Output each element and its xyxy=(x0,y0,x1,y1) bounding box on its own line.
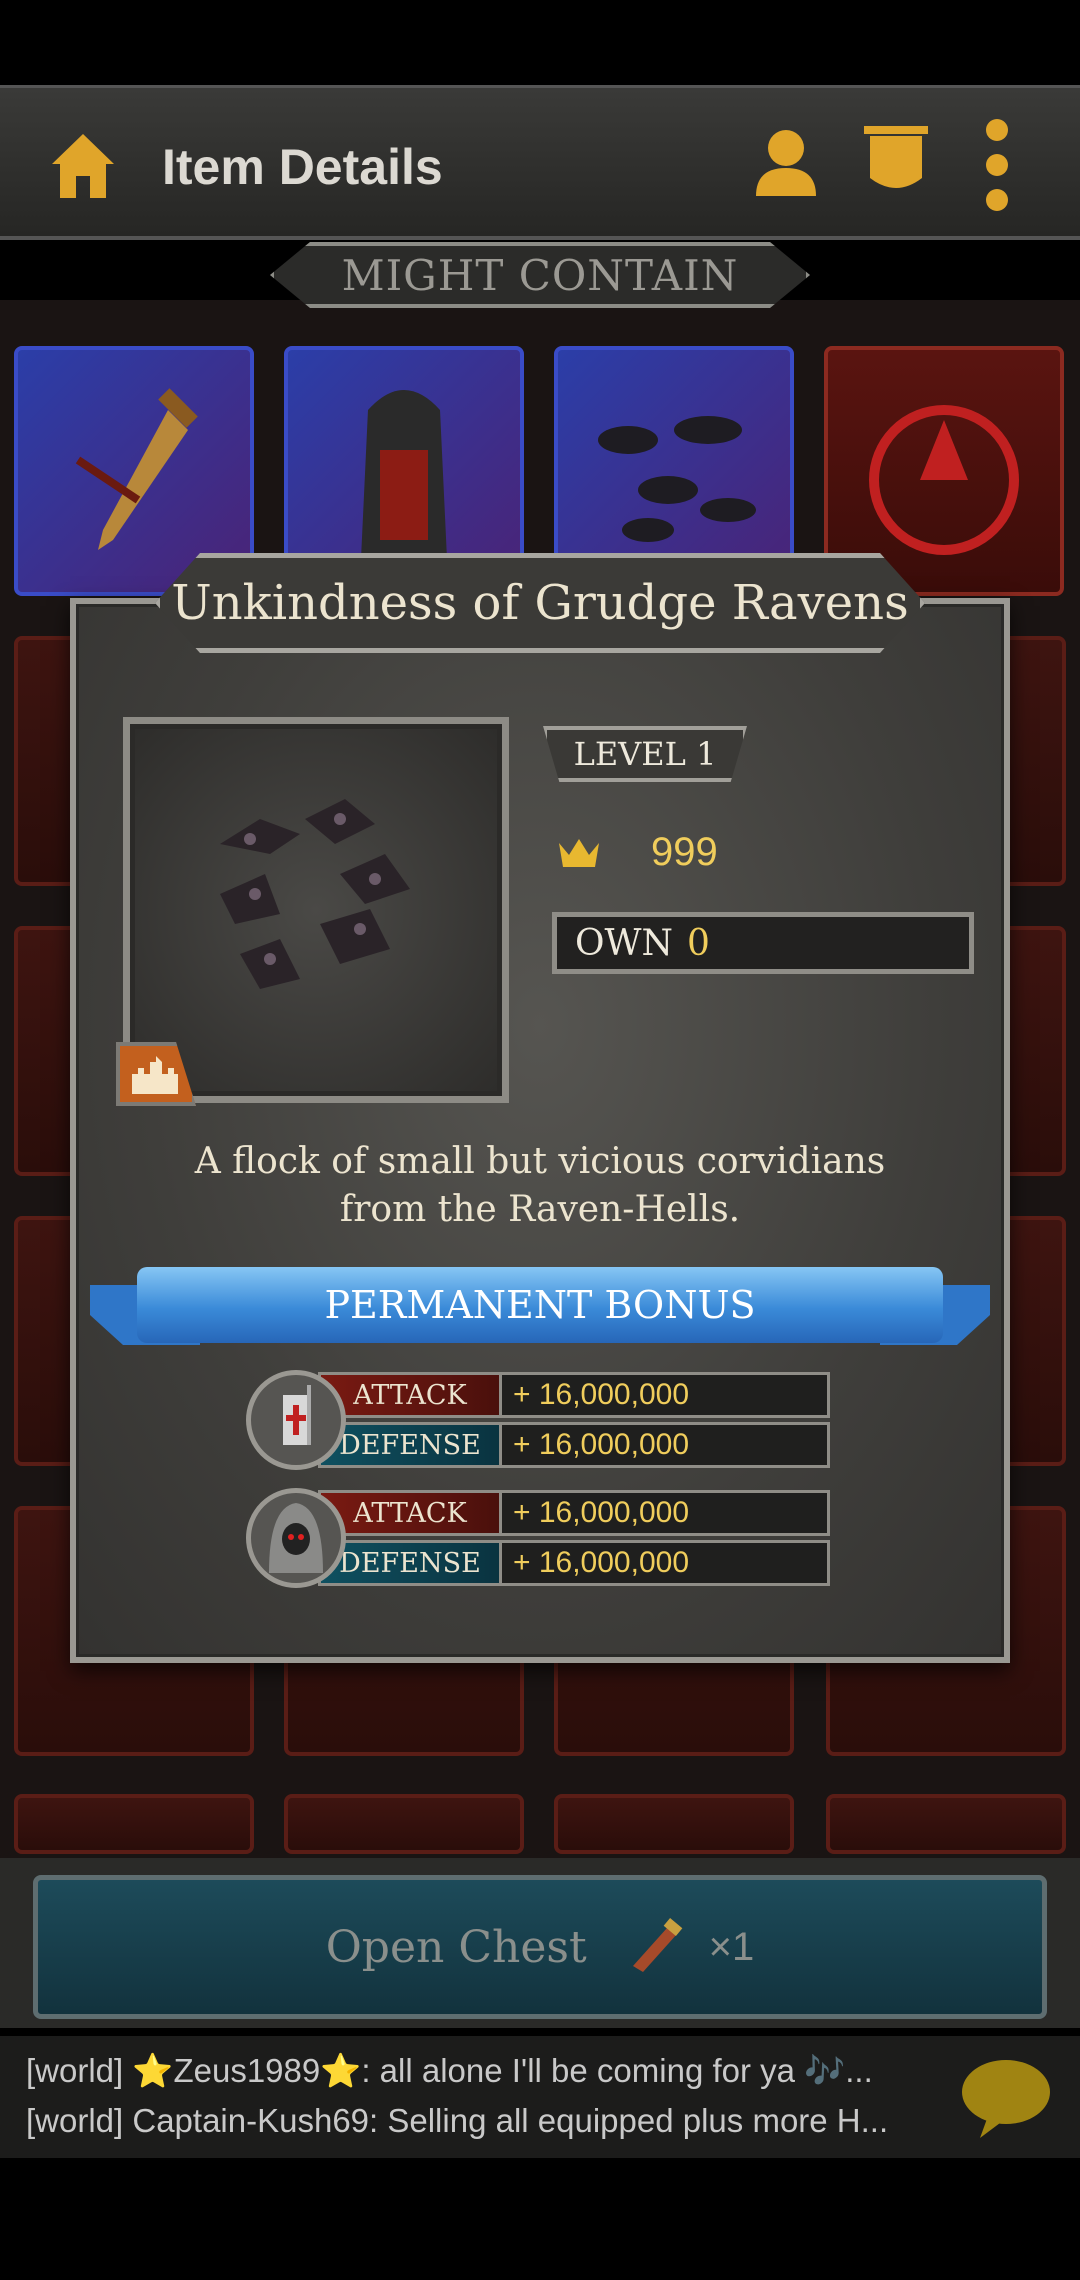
chat-bubble-icon[interactable] xyxy=(958,2056,1054,2140)
ravens-image xyxy=(220,799,410,989)
might-contain-header: MIGHT CONTAIN xyxy=(270,242,810,308)
hooded-avatar xyxy=(246,1488,346,1588)
chat-message: [world] Captain-Kush69: Selling all equi… xyxy=(26,2102,889,2139)
level-tag: LEVEL 1 xyxy=(543,726,747,782)
own-value: 0 xyxy=(687,922,710,964)
chat-message: [world] ⭐Zeus1989⭐: all alone I'll be co… xyxy=(26,2052,873,2089)
hooded-defense-bonus: DEFENSE + 16,000,000 xyxy=(318,1540,830,1586)
might-contain-label: MIGHT CONTAIN xyxy=(341,250,739,300)
owned-count-box: OWN 0 xyxy=(552,912,974,974)
description-line-2: from the Raven-Hells. xyxy=(339,1189,741,1230)
home-icon[interactable] xyxy=(50,130,116,200)
item-description: A flock of small but vicious corvidians … xyxy=(110,1138,970,1234)
open-chest-label: Open Chest xyxy=(325,1921,587,1973)
item-cell[interactable] xyxy=(14,1794,254,1854)
attack-value: + 16,000,000 xyxy=(513,1496,690,1529)
knight-attack-bonus: ATTACK + 16,000,000 xyxy=(318,1372,830,1418)
hooded-figure-icon xyxy=(269,1503,323,1573)
hooded-attack-bonus: ATTACK + 16,000,000 xyxy=(318,1490,830,1536)
knight-defense-bonus: DEFENSE + 16,000,000 xyxy=(318,1422,830,1468)
attack-value: + 16,000,000 xyxy=(513,1378,690,1411)
app-bar: Item Details xyxy=(0,85,1080,240)
defense-value: + 16,000,000 xyxy=(513,1428,690,1461)
knight-avatar xyxy=(246,1370,346,1470)
defense-value: + 16,000,000 xyxy=(513,1546,690,1579)
bulletin-icon[interactable] xyxy=(862,122,930,202)
bonus-header: PERMANENT BONUS xyxy=(324,1283,756,1327)
item-cell[interactable] xyxy=(284,1794,524,1854)
own-label: OWN xyxy=(575,922,674,964)
defense-label: DEFENSE xyxy=(321,1543,502,1583)
bonus-row-knight: ATTACK + 16,000,000 DEFENSE + 16,000,000 xyxy=(246,1370,830,1472)
open-chest-button[interactable]: Open Chest ×1 xyxy=(33,1875,1047,2019)
profile-icon[interactable] xyxy=(752,126,820,198)
open-chest-quantity: ×1 xyxy=(708,1924,755,1969)
item-image-frame xyxy=(123,717,509,1103)
item-cell[interactable] xyxy=(554,1794,794,1854)
defense-label: DEFENSE xyxy=(321,1425,502,1465)
knight-icon xyxy=(283,1385,311,1445)
more-icon[interactable] xyxy=(982,118,1012,212)
item-level: LEVEL 1 xyxy=(573,735,717,773)
crown-icon xyxy=(559,838,599,867)
description-line-1: A flock of small but vicious corvidians xyxy=(194,1141,886,1182)
item-price: 999 xyxy=(651,830,718,874)
attack-label: ATTACK xyxy=(321,1375,502,1415)
item-cell[interactable] xyxy=(826,1794,1066,1854)
item-name: Unkindness of Grudge Ravens xyxy=(171,575,909,631)
modal-title-plate: Unkindness of Grudge Ravens xyxy=(155,553,925,653)
page-title: Item Details xyxy=(162,139,443,195)
price-row: 999 xyxy=(557,830,718,875)
attack-label: ATTACK xyxy=(321,1493,502,1533)
bonus-row-hooded: ATTACK + 16,000,000 DEFENSE + 16,000,000 xyxy=(246,1488,830,1590)
screen: Item Details MIGHT CONTAIN Unkindness of… xyxy=(0,0,1080,2280)
permanent-bonus-ribbon: PERMANENT BONUS xyxy=(137,1267,943,1343)
chest-key-icon xyxy=(632,1918,682,1972)
